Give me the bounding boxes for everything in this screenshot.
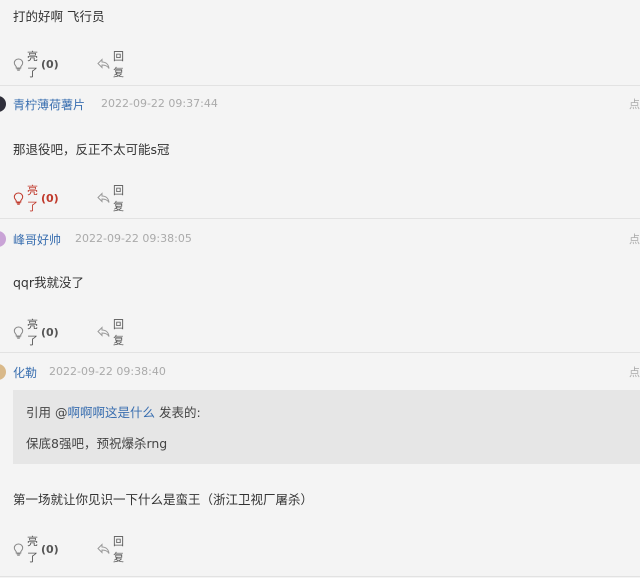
comment-text: 打的好啊 飞行员 <box>13 9 105 24</box>
comment-username[interactable]: 青柠薄荷薯片 <box>13 96 85 113</box>
like-button[interactable]: 亮了 (0) <box>13 182 59 214</box>
like-count: (0) <box>41 542 59 556</box>
lightbulb-icon <box>13 191 24 205</box>
quote-header: 引用 @啊啊啊这是什么 发表的: <box>26 402 201 421</box>
reply-icon <box>97 543 110 555</box>
comment-text: 那退役吧，反正不太可能s冠 <box>13 142 170 157</box>
reply-label: 回复 <box>113 50 124 79</box>
like-button[interactable]: 亮了 (0) <box>13 48 59 80</box>
lightbulb-icon <box>13 542 24 556</box>
like-button[interactable]: 亮了 (0) <box>13 533 59 565</box>
reply-icon <box>97 192 110 204</box>
quote-text: 保底8强吧，预祝爆杀rng <box>26 436 168 451</box>
comment-edge-text[interactable]: 点 <box>629 96 640 112</box>
comment-username[interactable]: 化勒 <box>13 364 37 381</box>
comment-item: 青柠薄荷薯片 2022-09-22 09:37:44 点 那退役吧，反正不太可能… <box>0 86 640 219</box>
comment-username[interactable]: 峰哥好帅 <box>13 231 61 248</box>
quote-prefix: 引用 @ <box>26 405 68 420</box>
lightbulb-icon <box>13 325 24 339</box>
like-label: 亮了 <box>27 184 38 213</box>
quote-suffix: 发表的: <box>155 405 201 420</box>
reply-label: 回复 <box>113 184 124 213</box>
reply-label: 回复 <box>113 318 124 347</box>
lightbulb-icon <box>13 57 24 71</box>
comment-text: qqr我就没了 <box>13 275 85 290</box>
avatar[interactable] <box>0 96 6 112</box>
reply-icon <box>97 58 110 70</box>
like-count: (0) <box>41 325 59 339</box>
reply-button[interactable]: 回复 <box>97 316 124 348</box>
comment-text: 第一场就让你见识一下什么是蛮王（浙江卫视厂屠杀） <box>13 492 314 507</box>
reply-button[interactable]: 回复 <box>97 533 124 565</box>
comment-edge-text[interactable]: 点 <box>629 364 640 380</box>
reply-button[interactable]: 回复 <box>97 182 124 214</box>
like-label: 亮了 <box>27 535 38 564</box>
quoted-username[interactable]: 啊啊啊这是什么 <box>67 405 155 420</box>
comment-item: 峰哥好帅 2022-09-22 09:38:05 点 qqr我就没了 亮了 (0)… <box>0 219 640 352</box>
like-count: (0) <box>41 191 59 205</box>
avatar[interactable] <box>0 231 6 247</box>
comment-edge-text[interactable]: 点 <box>629 231 640 247</box>
comment-timestamp: 2022-09-22 09:38:05 <box>75 232 192 245</box>
like-label: 亮了 <box>27 318 38 347</box>
comment-timestamp: 2022-09-22 09:38:40 <box>49 365 166 378</box>
reply-label: 回复 <box>113 535 124 564</box>
divider <box>0 576 640 577</box>
comment-item: 化勒 2022-09-22 09:38:40 点 引用 @啊啊啊这是什么 发表的… <box>0 353 640 578</box>
reply-icon <box>97 326 110 338</box>
avatar[interactable] <box>0 364 6 380</box>
like-count: (0) <box>41 57 59 71</box>
like-button[interactable]: 亮了 (0) <box>13 316 59 348</box>
comment-item: 打的好啊 飞行员 亮了 (0) 回复 <box>0 0 640 86</box>
like-label: 亮了 <box>27 50 38 79</box>
reply-button[interactable]: 回复 <box>97 48 124 80</box>
quote-block: 引用 @啊啊啊这是什么 发表的: 保底8强吧，预祝爆杀rng <box>13 390 640 464</box>
comment-timestamp: 2022-09-22 09:37:44 <box>101 97 218 110</box>
